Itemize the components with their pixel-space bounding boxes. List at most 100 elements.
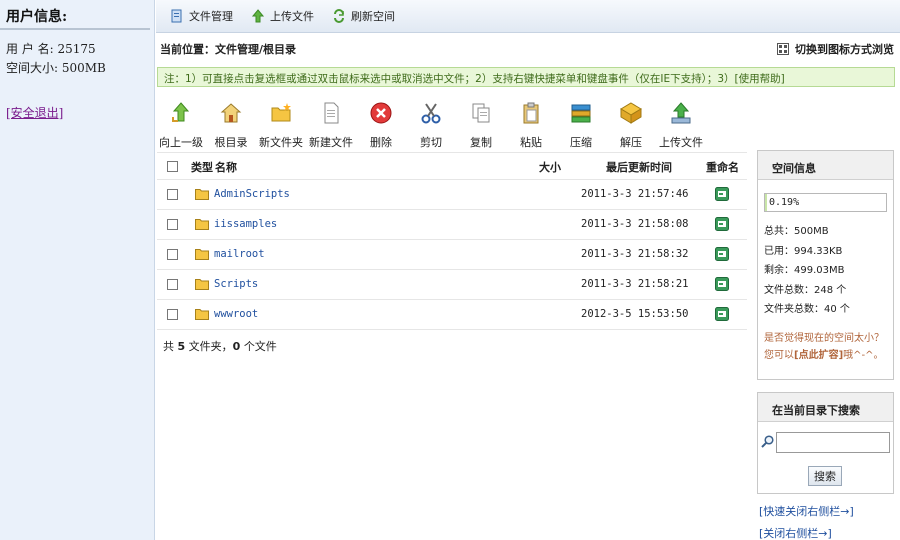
row-checkbox[interactable]	[167, 249, 178, 260]
table-row[interactable]: Scripts 2011-3-3 21:58:21	[157, 270, 747, 300]
extract-label: 解压	[620, 136, 642, 149]
extract-button[interactable]: 解压	[606, 96, 656, 151]
folder-icon	[195, 279, 209, 290]
space-info-panel: 空间信息 0.19% 总共：500MB 已用：994.33KB 剩余：499.0…	[757, 150, 894, 380]
quick-close-sidebar-link[interactable]: [快速关闭右侧栏→]	[759, 503, 854, 519]
new-file-icon	[324, 102, 339, 124]
delete-button[interactable]: 删除	[356, 96, 406, 151]
space-used: 已用：994.33KB	[764, 245, 843, 257]
refresh-icon	[334, 9, 344, 23]
upload-button[interactable]: 上传文件	[656, 96, 706, 151]
rename-icon[interactable]	[715, 307, 729, 321]
switch-view-label: 切换到图标方式浏览	[795, 43, 894, 56]
new-file-label: 新建文件	[309, 136, 353, 149]
table-header: 类型 名称 大小 最后更新时间 重命名	[157, 152, 747, 180]
home-icon	[220, 103, 242, 123]
up-level-icon	[172, 102, 190, 122]
new-file-button[interactable]: 新建文件	[306, 96, 356, 151]
cut-button[interactable]: 剪切	[406, 96, 456, 151]
upload-label: 上传文件	[659, 136, 703, 149]
file-modified: 2011-3-3 21:57:46	[581, 188, 689, 200]
delete-icon	[370, 102, 392, 124]
user-info-title: 用户信息:	[0, 0, 150, 30]
file-total: 文件总数：248 个	[764, 284, 847, 296]
file-manage-label: 文件管理	[189, 10, 233, 23]
header-rename: 重命名	[706, 161, 739, 174]
file-manage-button[interactable]: 文件管理	[170, 8, 233, 24]
row-checkbox[interactable]	[167, 219, 178, 230]
file-name[interactable]: Scripts	[214, 278, 258, 290]
row-checkbox[interactable]	[167, 279, 178, 290]
usage-progress-fill	[765, 194, 767, 211]
file-modified: 2011-3-3 21:58:32	[581, 248, 689, 260]
up-level-label: 向上一级	[159, 136, 203, 149]
rename-icon[interactable]	[715, 277, 729, 291]
summary-middle: 文件夹，	[188, 340, 233, 353]
compress-icon	[571, 104, 591, 123]
table-row[interactable]: AdminScripts 2011-3-3 21:57:46	[157, 180, 747, 210]
file-name[interactable]: AdminScripts	[214, 188, 290, 200]
file-name[interactable]: wwwroot	[214, 308, 258, 320]
header-type: 类型	[191, 161, 213, 174]
top-toolbar: 文件管理 上传文件 刷新空间	[156, 0, 900, 33]
space-size-text: 空间大小: 500MB	[6, 61, 106, 75]
select-all-checkbox[interactable]	[167, 161, 178, 172]
folder-count: 5	[177, 340, 186, 353]
file-modified: 2011-3-3 21:58:08	[581, 218, 689, 230]
extract-icon	[620, 102, 642, 124]
header-size[interactable]: 大小	[539, 159, 561, 175]
rename-icon[interactable]	[715, 187, 729, 201]
copy-icon	[472, 103, 490, 123]
copy-button[interactable]: 复制	[456, 96, 506, 151]
search-title: 在当前目录下搜索	[758, 393, 893, 422]
compress-label: 压缩	[570, 136, 592, 149]
file-name[interactable]: iissamples	[214, 218, 277, 230]
search-input[interactable]	[776, 432, 890, 453]
root-dir-button[interactable]: 根目录	[206, 96, 256, 151]
usage-progress-bar: 0.19%	[764, 193, 887, 212]
rename-icon[interactable]	[715, 247, 729, 261]
row-checkbox[interactable]	[167, 309, 178, 320]
row-checkbox[interactable]	[167, 189, 178, 200]
user-info-panel: 用户信息: 用 户 名: 25175 空间大小: 500MB [安全退出]	[0, 0, 155, 540]
close-sidebar-link[interactable]: [关闭右侧栏→]	[759, 525, 832, 540]
tip-text: 注：1）可直接点击复选框或通过双击鼠标来选中或取消选中文件；2）支持右键快捷菜单…	[164, 73, 735, 85]
space-stats: 总共：500MB 已用：994.33KB 剩余：499.03MB 文件总数：24…	[764, 222, 893, 320]
up-level-button[interactable]: 向上一级	[156, 96, 206, 151]
compress-button[interactable]: 压缩	[556, 96, 606, 151]
table-row[interactable]: iissamples 2011-3-3 21:58:08	[157, 210, 747, 240]
table-row[interactable]: mailroot 2011-3-3 21:58:32	[157, 240, 747, 270]
file-modified: 2011-3-3 21:58:21	[581, 278, 689, 290]
table-row[interactable]: wwwroot 2012-3-5 15:53:50	[157, 300, 747, 330]
usage-percent: 0.19%	[769, 197, 800, 208]
file-name[interactable]: mailroot	[214, 248, 265, 260]
header-modified[interactable]: 最后更新时间	[606, 159, 672, 175]
action-toolbar: 向上一级 根目录 新文件夹 新建文件 删除 剪切 复制 粘贴 压缩 解压 上传文…	[156, 96, 746, 151]
root-dir-label: 根目录	[214, 136, 248, 149]
file-manage-icon	[171, 9, 182, 23]
header-name[interactable]: 名称	[215, 159, 237, 175]
paste-label: 粘贴	[520, 136, 542, 149]
table-summary: 共 5 文件夹，0 个文件	[157, 330, 747, 358]
upload-icon	[671, 102, 691, 124]
breadcrumb: 当前位置：文件管理/根目录	[160, 43, 297, 56]
search-button[interactable]: 搜索	[808, 466, 842, 486]
file-table: 类型 名称 大小 最后更新时间 重命名 AdminScripts 2011-3-…	[157, 152, 747, 358]
expand-space-link[interactable]: [点此扩容]	[794, 350, 843, 361]
space-remaining: 剩余：499.03MB	[764, 265, 845, 276]
folder-icon	[195, 309, 209, 320]
expand-hint-after: 哦^-^。	[843, 349, 884, 361]
rename-icon[interactable]	[715, 217, 729, 231]
logout-link[interactable]: [安全退出]	[6, 104, 63, 121]
new-folder-button[interactable]: 新文件夹	[256, 96, 306, 151]
paste-button[interactable]: 粘贴	[506, 96, 556, 151]
search-panel: 在当前目录下搜索 搜索	[757, 392, 894, 494]
upload-file-button[interactable]: 上传文件	[251, 8, 314, 24]
folder-icon	[195, 219, 209, 230]
upload-file-label: 上传文件	[270, 10, 314, 23]
switch-view-button[interactable]: 切换到图标方式浏览	[777, 41, 894, 57]
folder-total: 文件夹总数：40 个	[764, 304, 850, 315]
refresh-space-button[interactable]: 刷新空间	[332, 8, 395, 24]
help-link[interactable]: [使用帮助]	[735, 73, 785, 85]
refresh-space-label: 刷新空间	[351, 10, 395, 23]
